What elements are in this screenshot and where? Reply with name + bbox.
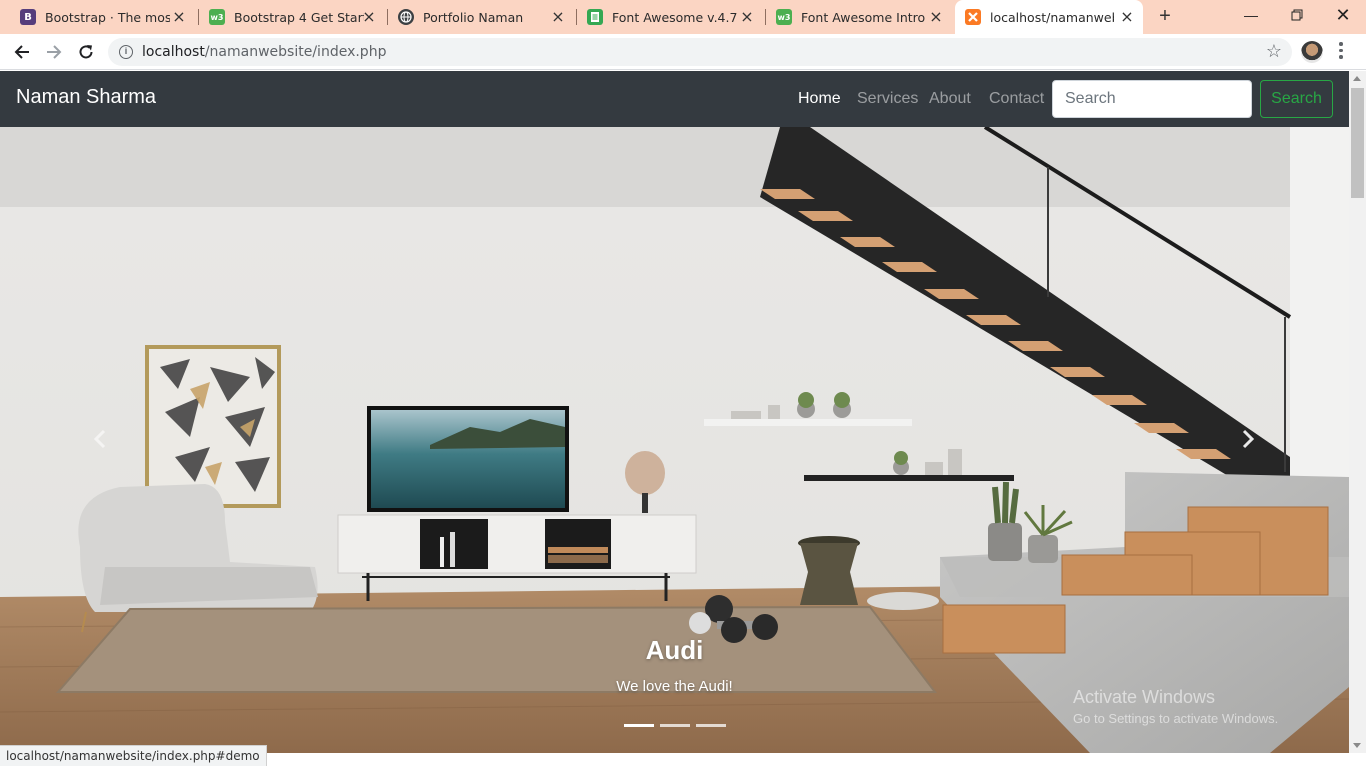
close-tab-icon[interactable]: × bbox=[550, 9, 566, 25]
scroll-up-arrow-icon[interactable] bbox=[1353, 76, 1361, 81]
restore-icon[interactable] bbox=[1274, 0, 1320, 30]
close-tab-icon[interactable]: × bbox=[1119, 9, 1135, 25]
browser-menu-icon[interactable] bbox=[1338, 42, 1344, 62]
address-bar[interactable]: i localhost/namanwebsite/index.php ☆ bbox=[108, 38, 1292, 66]
watermark-line1: Activate Windows bbox=[1073, 687, 1216, 707]
site-info-icon[interactable]: i bbox=[119, 45, 133, 59]
carousel-indicator[interactable] bbox=[696, 724, 726, 727]
carousel-prev-icon[interactable] bbox=[88, 427, 112, 451]
close-tab-icon[interactable]: × bbox=[928, 9, 944, 25]
bookmark-star-icon[interactable]: ☆ bbox=[1266, 41, 1282, 62]
w3schools-favicon-icon: w3 bbox=[209, 9, 225, 25]
carousel-indicators bbox=[624, 724, 726, 727]
xampp-favicon-icon bbox=[965, 9, 981, 25]
tab-strip: B Bootstrap · The most po × w3 Bootstrap… bbox=[0, 0, 1366, 34]
tab-title: Portfolio Naman bbox=[423, 9, 524, 25]
close-tab-icon[interactable]: × bbox=[739, 9, 755, 25]
browser-tab[interactable]: Portfolio Naman × bbox=[388, 0, 574, 34]
browser-tab[interactable]: w3 Font Awesome Intro × bbox=[766, 0, 952, 34]
browser-tab[interactable]: B Bootstrap · The most po × bbox=[10, 0, 195, 34]
tab-title: Bootstrap · The most po bbox=[45, 9, 170, 25]
close-tab-icon[interactable]: × bbox=[361, 9, 377, 25]
nav-link-home[interactable]: Home bbox=[798, 90, 841, 108]
document-favicon-icon bbox=[587, 9, 603, 25]
browser-tab[interactable]: w3 Bootstrap 4 Get Started × bbox=[199, 0, 385, 34]
bootstrap-favicon-icon: B bbox=[20, 9, 36, 25]
site-brand[interactable]: Naman Sharma bbox=[16, 86, 156, 109]
w3schools-favicon-icon: w3 bbox=[776, 9, 792, 25]
watermark-line2: Go to Settings to activate Windows. bbox=[1073, 711, 1279, 726]
tab-title: localhost/namanwebsite bbox=[990, 9, 1114, 25]
image-carousel: Audi We love the Audi! Activate Windows … bbox=[0, 127, 1349, 753]
tab-title: Font Awesome v.4.7.0 | bbox=[612, 9, 737, 25]
carousel-indicator[interactable] bbox=[624, 724, 654, 727]
globe-favicon-icon bbox=[398, 9, 414, 25]
scroll-down-arrow-icon[interactable] bbox=[1353, 743, 1361, 748]
search-button[interactable]: Search bbox=[1260, 80, 1333, 118]
back-arrow-icon[interactable] bbox=[10, 40, 34, 64]
tab-title: Font Awesome Intro bbox=[801, 9, 926, 25]
profile-avatar[interactable] bbox=[1301, 41, 1323, 63]
browser-toolbar: i localhost/namanwebsite/index.php ☆ bbox=[0, 34, 1366, 70]
link-status-bar: localhost/namanwebsite/index.php#demo bbox=[0, 745, 267, 766]
new-tab-icon[interactable]: + bbox=[1154, 6, 1176, 28]
browser-tab-active[interactable]: localhost/namanwebsite × bbox=[955, 0, 1143, 34]
close-window-icon[interactable]: ✕ bbox=[1320, 0, 1366, 30]
carousel-indicator[interactable] bbox=[660, 724, 690, 727]
tab-title: Bootstrap 4 Get Started bbox=[234, 9, 364, 25]
site-navbar: Naman Sharma Home Services About Contact… bbox=[0, 71, 1349, 127]
activate-windows-watermark: Activate Windows Go to Settings to activ… bbox=[1073, 687, 1278, 726]
search-input[interactable] bbox=[1052, 80, 1252, 118]
nav-link-about[interactable]: About bbox=[929, 90, 971, 108]
nav-link-contact[interactable]: Contact bbox=[989, 90, 1044, 108]
page-scrollbar[interactable] bbox=[1349, 71, 1366, 753]
minimize-icon[interactable]: — bbox=[1228, 0, 1274, 30]
browser-tab[interactable]: Font Awesome v.4.7.0 | × bbox=[577, 0, 763, 34]
nav-link-services[interactable]: Services bbox=[857, 90, 918, 108]
reload-icon[interactable] bbox=[74, 40, 98, 64]
forward-arrow-icon[interactable] bbox=[42, 40, 66, 64]
address-url: localhost/namanwebsite/index.php bbox=[142, 44, 387, 60]
scrollbar-thumb[interactable] bbox=[1351, 88, 1364, 198]
close-tab-icon[interactable]: × bbox=[171, 9, 187, 25]
caption-title: Audi bbox=[645, 635, 704, 665]
carousel-next-icon[interactable] bbox=[1236, 427, 1260, 451]
page-viewport: Audi We love the Audi! Activate Windows … bbox=[0, 71, 1349, 753]
